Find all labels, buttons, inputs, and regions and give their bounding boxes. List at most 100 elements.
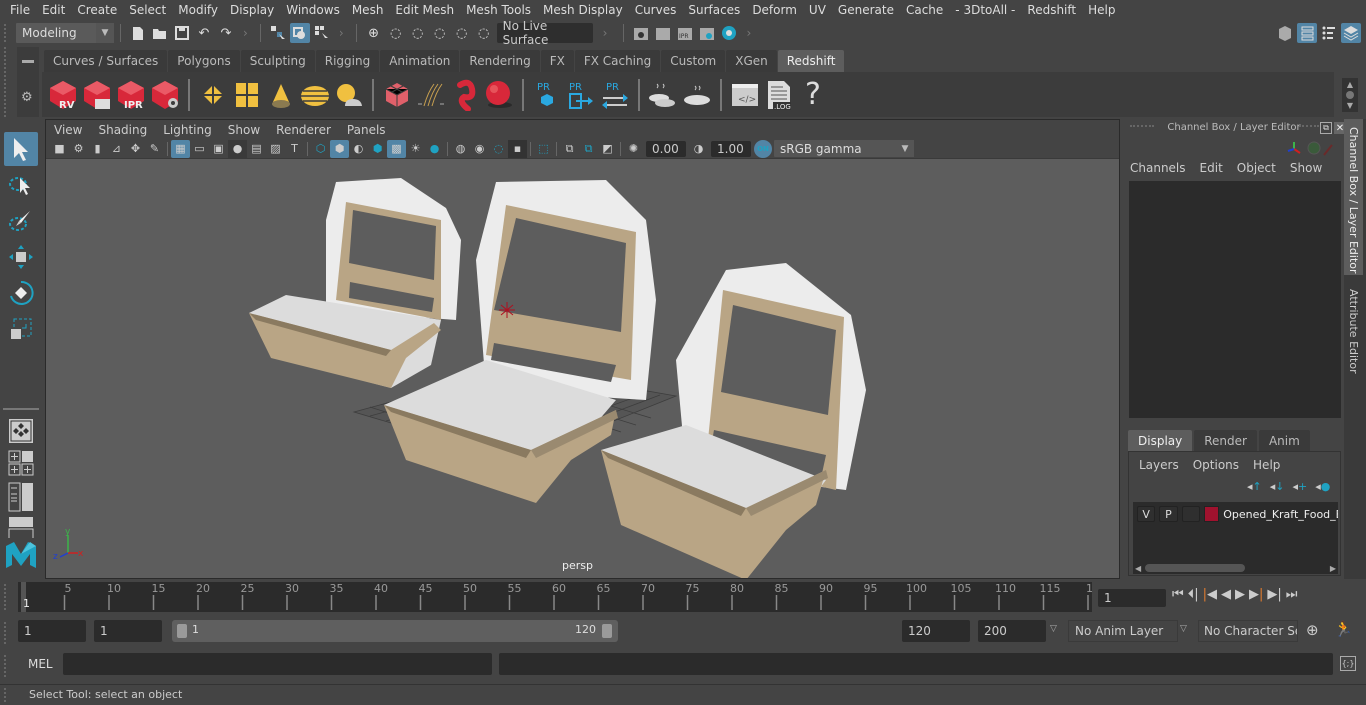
shelf-tab-rendering[interactable]: Rendering (460, 50, 540, 72)
field-chart-icon[interactable]: ▤ (247, 140, 266, 158)
layer-row[interactable]: V P Opened_Kraft_Food_B (1133, 502, 1338, 522)
range-grip[interactable] (4, 622, 10, 644)
collapse-arrow-icon[interactable]: › (243, 26, 248, 40)
persp-graph-layout-button[interactable] (4, 516, 38, 538)
isolate-select-icon[interactable]: ⬚ (534, 140, 553, 158)
menu-surfaces[interactable]: Surfaces (682, 3, 746, 17)
image-plane-icon[interactable]: ⊿ (107, 140, 126, 158)
select-camera-icon[interactable]: ■ (50, 140, 69, 158)
rotate-tool[interactable] (4, 276, 38, 310)
pr-proxy-import-icon[interactable]: PR (564, 77, 598, 113)
grease-pencil-icon[interactable]: ✎ (145, 140, 164, 158)
scroll-right-icon[interactable]: ▶ (1330, 564, 1336, 573)
side-tab-attribute-editor[interactable]: Attribute Editor (1344, 281, 1363, 381)
command-grip[interactable] (4, 655, 10, 677)
grip-handle[interactable] (4, 24, 10, 42)
modeling-toolkit-icon[interactable] (1275, 23, 1295, 43)
layer-name[interactable]: Opened_Kraft_Food_B (1223, 508, 1338, 521)
move-tool[interactable] (4, 240, 38, 274)
color-management-toggle[interactable]: ON (754, 139, 772, 158)
redshift-material-ball-icon[interactable] (482, 77, 516, 113)
auto-key-icon[interactable]: ⊕ (1306, 621, 1319, 639)
menu-cache[interactable]: Cache (900, 3, 949, 17)
script-editor-button-icon[interactable]: {;} (1340, 656, 1356, 671)
xray-icon[interactable]: ⧉ (560, 140, 579, 158)
range-slider[interactable]: 1 120 (172, 620, 618, 642)
bake-single-icon[interactable] (680, 77, 714, 113)
shelf-tab-fx[interactable]: FX (540, 50, 574, 72)
wireframe-on-shaded-icon[interactable]: ⬢ (368, 140, 387, 158)
manipulator-axes-icon[interactable] (1287, 142, 1301, 154)
motion-blur-icon[interactable]: ◉ (470, 140, 489, 158)
film-gate-icon[interactable]: ▭ (190, 140, 209, 158)
anim-layer-chevron-icon[interactable]: ▽ (1050, 624, 1057, 634)
select-by-hierarchy-icon[interactable] (268, 23, 288, 43)
menu-display[interactable]: Display (224, 3, 280, 17)
tool-settings-toggle-icon[interactable] (1319, 23, 1339, 43)
wireframe-icon[interactable]: ⬡ (311, 140, 330, 158)
viewport-menu-renderer[interactable]: Renderer (276, 123, 339, 137)
menu-create[interactable]: Create (71, 3, 123, 17)
shelf-tab-curves-surfaces[interactable]: Curves / Surfaces (44, 50, 168, 72)
collapse-arrow-icon[interactable]: › (746, 26, 751, 40)
snap-view-plane-icon[interactable]: ◌ (452, 23, 472, 43)
menu-generate[interactable]: Generate (832, 3, 900, 17)
panel-grip[interactable] (1299, 125, 1319, 131)
play-backwards-icon[interactable]: ◀ (1221, 587, 1231, 602)
pr-proxy-convert-icon[interactable]: PR (598, 77, 632, 113)
live-surface-field[interactable]: No Live Surface (496, 19, 593, 47)
single-perspective-layout-button[interactable] (4, 416, 38, 446)
shelf-settings-gear-icon[interactable]: ⚙ (21, 90, 33, 105)
shelf-tab-polygons[interactable]: Polygons (168, 50, 240, 72)
redshift-dome-light-icon[interactable] (298, 77, 332, 113)
animation-end-field[interactable]: 200 (978, 620, 1046, 642)
pr-proxy-export-icon[interactable]: PR (530, 77, 564, 113)
redshift-portal-light-icon[interactable] (230, 77, 264, 113)
paint-select-tool[interactable] (4, 204, 38, 238)
animation-preferences-icon[interactable]: 🏃 (1334, 620, 1353, 638)
3d-scene[interactable]: y x z (46, 160, 1119, 578)
step-forward-key-icon[interactable]: ▶| (1249, 587, 1263, 602)
grid-icon[interactable]: ▦ (171, 139, 190, 158)
menu-3dtoall[interactable]: - 3DtoAll - (949, 3, 1021, 17)
save-scene-icon[interactable] (172, 23, 192, 43)
help-icon[interactable]: ? (796, 77, 830, 113)
script-editor-icon[interactable]: </> (728, 77, 762, 113)
use-all-lights-icon[interactable]: ☀ (406, 140, 425, 158)
command-language-label[interactable]: MEL (28, 657, 53, 671)
playback-end-field[interactable]: 120 (902, 620, 970, 642)
exposure-icon[interactable]: ✺ (624, 140, 643, 158)
channel-menu-object[interactable]: Object (1237, 161, 1276, 175)
channel-list[interactable] (1129, 181, 1341, 418)
playback-start-field[interactable]: 1 (94, 620, 162, 642)
scroll-down-icon[interactable]: ▼ (1347, 101, 1353, 110)
redshift-batch-render-icon[interactable] (80, 77, 114, 113)
help-grip[interactable] (4, 688, 10, 702)
hypershade-icon[interactable] (719, 23, 739, 43)
redshift-sun-sky-icon[interactable] (332, 77, 366, 113)
xray-active-components-icon[interactable]: ⧉ (579, 140, 598, 158)
textured-icon[interactable]: ▩ (387, 139, 406, 158)
redshift-ipr-icon[interactable]: IPR (114, 77, 148, 113)
viewport-menu-shading[interactable]: Shading (98, 123, 155, 137)
default-material-icon[interactable]: ◐ (349, 140, 368, 158)
menu-mesh[interactable]: Mesh (346, 3, 390, 17)
new-layer-from-selected-icon[interactable]: ◂● (1315, 480, 1330, 493)
exposure-field[interactable]: 0.00 (646, 140, 686, 157)
viewport-menu-lighting[interactable]: Lighting (163, 123, 220, 137)
play-forwards-icon[interactable]: ▶ (1235, 587, 1245, 602)
lasso-tool[interactable] (4, 168, 38, 202)
menu-uv[interactable]: UV (803, 3, 832, 17)
menu-deform[interactable]: Deform (746, 3, 803, 17)
snap-projected-center-icon[interactable]: ◌ (430, 23, 450, 43)
mode-dropdown[interactable]: Modeling ▼ (16, 23, 114, 43)
gamma-field[interactable]: 1.00 (711, 140, 751, 157)
shelf-tab-fx-caching[interactable]: FX Caching (574, 50, 661, 72)
shelf-grip[interactable] (4, 47, 14, 117)
channel-menu-show[interactable]: Show (1290, 161, 1322, 175)
shelf-tab-rigging[interactable]: Rigging (315, 50, 380, 72)
gate-mask-icon[interactable]: ● (228, 139, 247, 158)
redo-icon[interactable]: ↷ (216, 23, 236, 43)
menu-windows[interactable]: Windows (280, 3, 346, 17)
current-frame-field[interactable]: 1 (1098, 589, 1166, 607)
